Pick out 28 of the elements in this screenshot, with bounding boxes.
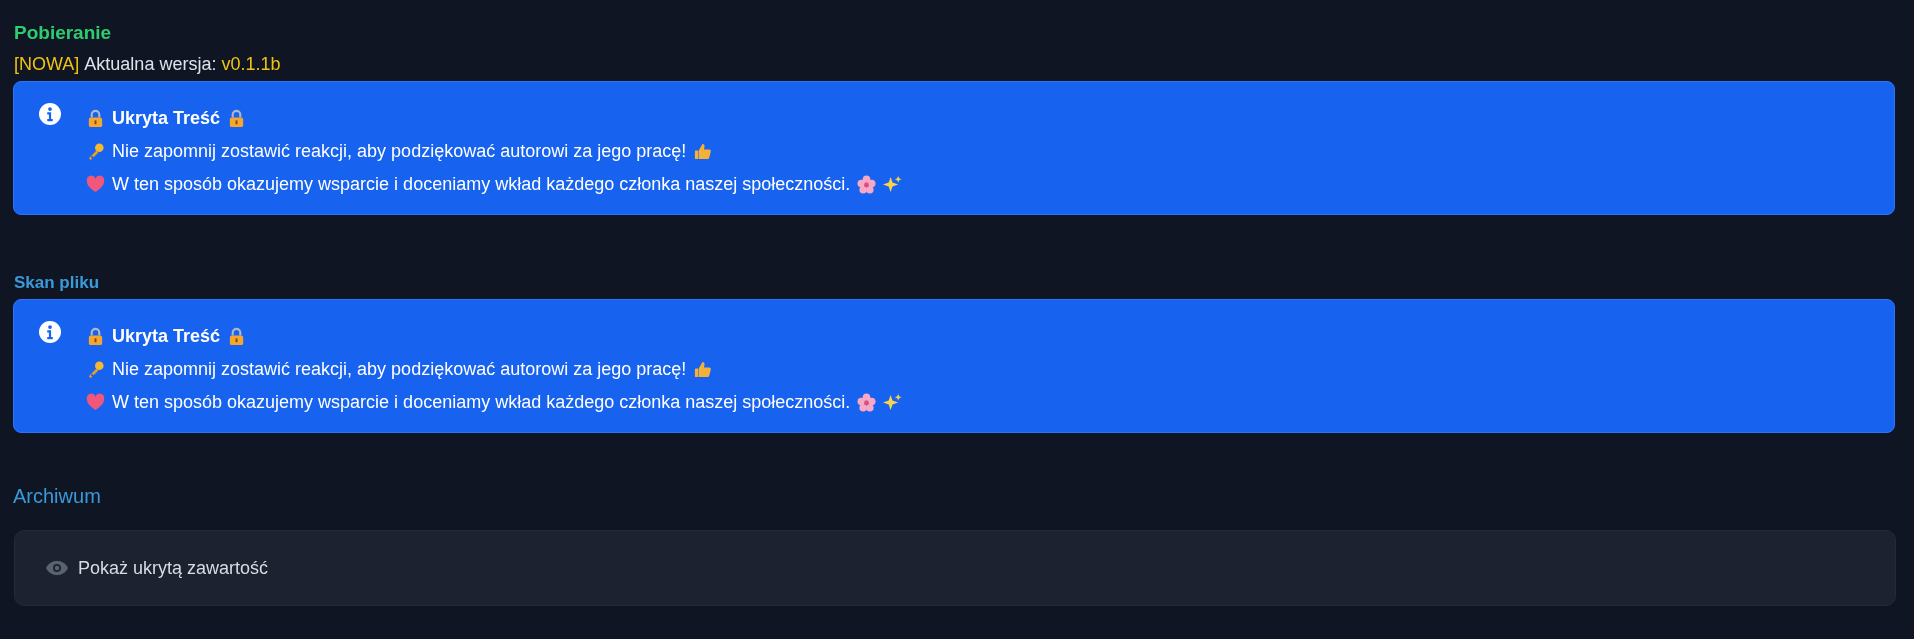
info-icon <box>39 321 61 343</box>
lock-icon <box>86 108 105 128</box>
notice-title: Ukryta Treść <box>112 325 221 347</box>
section-heading: Skan pliku <box>14 273 101 293</box>
thumbs-up-icon <box>693 141 713 161</box>
thumbs-up-icon <box>693 359 713 379</box>
heart-icon <box>86 174 105 194</box>
new-tag-label: [NOWA] <box>14 54 80 75</box>
heart-icon <box>86 392 105 412</box>
key-icon <box>86 141 105 161</box>
key-icon <box>86 359 105 379</box>
sparkles-icon <box>883 174 903 194</box>
flower-icon <box>857 392 877 412</box>
notice-text: W ten sposób okazujemy wsparcie i doceniamy wkład każdego członka naszej społeczności. <box>112 173 851 195</box>
notice-text: Nie zapomnij zostawić reakcji, aby podziękować autorowi za jego pracę! <box>112 140 687 162</box>
section-heading: Archiwum <box>13 485 102 508</box>
notice-text: Nie zapomnij zostawić reakcji, aby podziękować autorowi za jego pracę! <box>112 358 687 380</box>
show-hidden-content-button[interactable]: Pokaż ukrytą zawartość <box>14 530 1896 606</box>
lock-icon <box>86 326 105 346</box>
notice-title: Ukryta Treść <box>112 107 221 129</box>
flower-icon <box>857 174 877 194</box>
sparkles-icon <box>883 392 903 412</box>
version-label: Aktualna wersja: <box>84 54 217 75</box>
version-number: v0.1.1b <box>221 54 281 75</box>
info-icon <box>39 103 61 125</box>
notice-text: W ten sposób okazujemy wsparcie i doceniamy wkład każdego członka naszej społeczności. <box>112 391 851 413</box>
section-heading: Pobieranie <box>14 22 113 44</box>
eye-icon <box>45 560 69 576</box>
